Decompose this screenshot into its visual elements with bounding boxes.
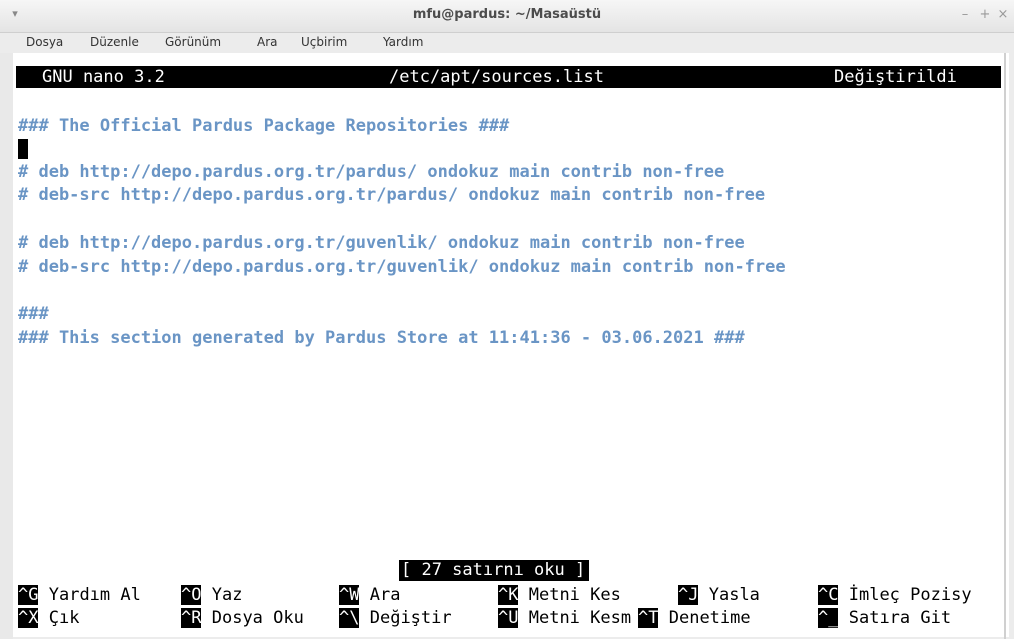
shortcut-help: ^G Yardım Al: [18, 585, 141, 605]
menu-ara[interactable]: Ara: [257, 35, 278, 49]
shortcut-justify: ^J Yasla: [678, 585, 760, 605]
shortcut-cursor-pos: ^C İmleç Pozisy: [818, 585, 972, 605]
nano-header: GNU nano 3.2 /etc/apt/sources.list Değiş…: [16, 66, 1001, 88]
file-line: # deb-src http://depo.pardus.org.tr/pard…: [18, 185, 766, 205]
window-border: [1004, 53, 1006, 639]
nano-modified-state: Değiştirildi: [834, 67, 957, 87]
shortcut-uncut: ^U Metni Kesm: [498, 608, 632, 628]
menu-ucbirim[interactable]: Uçbirim: [301, 35, 347, 49]
menubar: Dosya Düzenle Görünüm Ara Uçbirim Yardım: [0, 33, 1014, 53]
nano-version: GNU nano 3.2: [42, 67, 165, 87]
shortcut-goto-line: ^_ Satıra Git: [818, 608, 952, 628]
text-cursor: [18, 139, 28, 159]
menu-dosya[interactable]: Dosya: [26, 35, 63, 49]
shortcut-replace: ^\ Değiştir: [339, 608, 452, 628]
status-message: [ 27 satırnı oku ]: [399, 560, 590, 581]
titlebar[interactable]: ▾ mfu@pardus: ~/Masaüstü – + ×: [0, 0, 1014, 33]
terminal-window: ▾ mfu@pardus: ~/Masaüstü – + × Dosya Düz…: [0, 0, 1014, 639]
shortcut-exit: ^X Çık: [18, 608, 80, 628]
file-line: # deb-src http://depo.pardus.org.tr/guve…: [18, 257, 786, 277]
shortcut-write: ^O Yaz: [181, 585, 243, 605]
file-line: # deb http://depo.pardus.org.tr/pardus/ …: [18, 162, 725, 182]
window-title: mfu@pardus: ~/Masaüstü: [412, 7, 602, 22]
menu-gorunum[interactable]: Görünüm: [165, 35, 221, 49]
shortcut-search: ^W Ara: [339, 585, 401, 605]
file-line: ### The Official Pardus Package Reposito…: [18, 116, 510, 136]
minimize-icon[interactable]: –: [958, 8, 972, 22]
file-line: ###: [18, 304, 49, 324]
menu-duzenle[interactable]: Düzenle: [90, 35, 139, 49]
close-icon[interactable]: ×: [996, 8, 1010, 22]
file-line: # deb http://depo.pardus.org.tr/guvenlik…: [18, 233, 745, 253]
file-line: ### This section generated by Pardus Sto…: [18, 328, 745, 348]
maximize-icon[interactable]: +: [978, 8, 992, 22]
shortcut-cut: ^K Metni Kes: [498, 585, 621, 605]
desktop-edge: [0, 53, 13, 639]
shortcut-spell: ^T Denetime: [638, 608, 751, 628]
nano-filename: /etc/apt/sources.list: [389, 67, 604, 87]
shortcut-read-file: ^R Dosya Oku: [181, 608, 304, 628]
menu-yardim[interactable]: Yardım: [383, 35, 423, 49]
